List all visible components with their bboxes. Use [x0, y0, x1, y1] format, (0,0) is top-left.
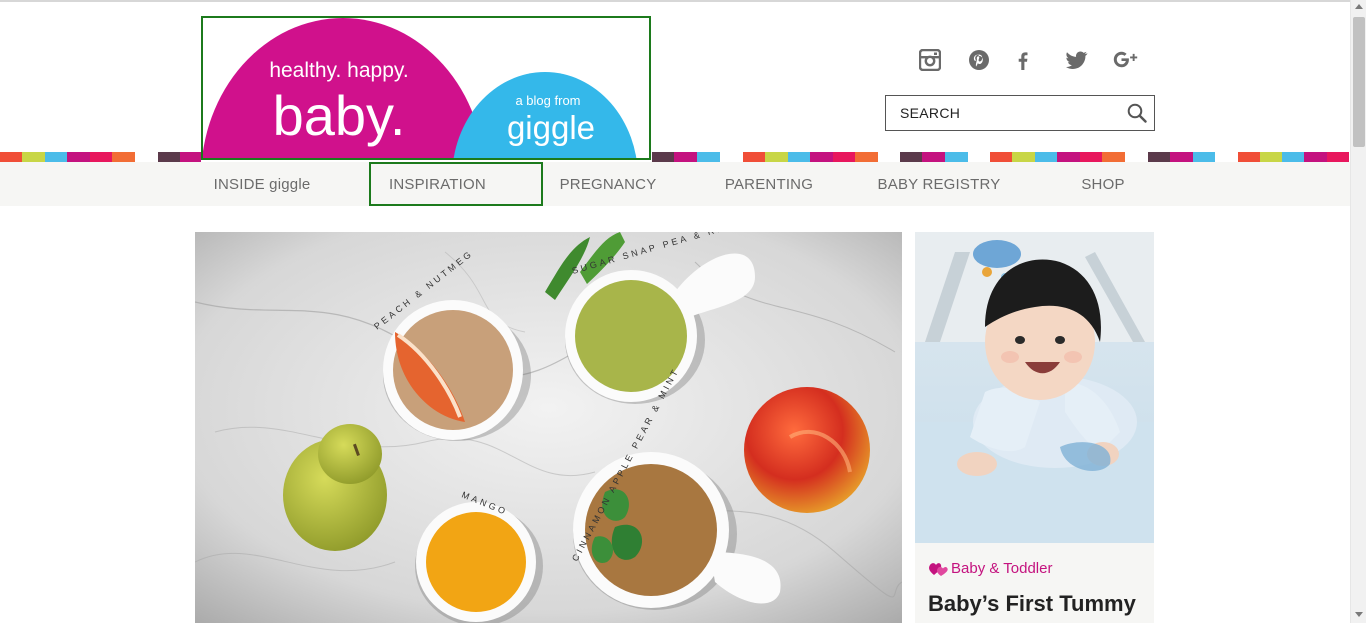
- search-input[interactable]: [886, 96, 1116, 130]
- logo-sub: a blog from: [515, 93, 580, 108]
- pinterest-icon[interactable]: [963, 44, 995, 76]
- nav-item-parenting[interactable]: PARENTING: [712, 162, 826, 206]
- facebook-icon[interactable]: [1007, 44, 1039, 76]
- hearts-icon: [929, 562, 948, 576]
- site-logo[interactable]: healthy. happy. baby. a blog from giggle: [201, 16, 651, 160]
- twitter-icon[interactable]: [1061, 44, 1093, 76]
- google-plus-icon[interactable]: [1110, 44, 1142, 76]
- scrollbar-thumb[interactable]: [1353, 17, 1365, 147]
- scroll-up-icon[interactable]: [1355, 4, 1363, 9]
- hero-image[interactable]: PEACH & NUTMEG SUGAR SNAP PEA & RICE MAN…: [195, 232, 902, 623]
- social-links: [906, 44, 1166, 76]
- page-scrollbar[interactable]: [1350, 0, 1366, 623]
- baby-photo-illustration: [915, 232, 1154, 543]
- article-card: Baby & Toddler Baby’s First Tummy: [915, 232, 1154, 623]
- search-box: [885, 95, 1155, 131]
- nav-item-inside-giggle[interactable]: INSIDE giggle: [202, 162, 322, 206]
- article-photo[interactable]: [915, 232, 1154, 543]
- top-border: [0, 0, 1350, 2]
- category-label: Baby & Toddler: [951, 560, 1053, 577]
- nav-item-shop[interactable]: SHOP: [1070, 162, 1136, 206]
- logo-wordmark: baby.: [273, 84, 406, 147]
- nav-item-inspiration[interactable]: INSPIRATION: [369, 162, 543, 206]
- color-stripe: [0, 152, 1350, 162]
- scroll-down-icon[interactable]: [1355, 612, 1363, 617]
- nav-item-baby-registry[interactable]: BABY REGISTRY: [868, 162, 1010, 206]
- instagram-icon[interactable]: [914, 44, 946, 76]
- nav-item-pregnancy[interactable]: PREGNANCY: [548, 162, 668, 206]
- search-icon[interactable]: [1126, 102, 1148, 124]
- logo-tagline: healthy. happy.: [269, 59, 408, 82]
- hero-illustration: PEACH & NUTMEG SUGAR SNAP PEA & RICE MAN…: [195, 232, 902, 623]
- article-category[interactable]: Baby & Toddler: [928, 560, 1052, 577]
- main-nav: INSIDE giggle INSPIRATION PREGNANCY PARE…: [0, 162, 1350, 206]
- logo-brand: giggle: [507, 109, 595, 146]
- article-title[interactable]: Baby’s First Tummy: [928, 590, 1148, 618]
